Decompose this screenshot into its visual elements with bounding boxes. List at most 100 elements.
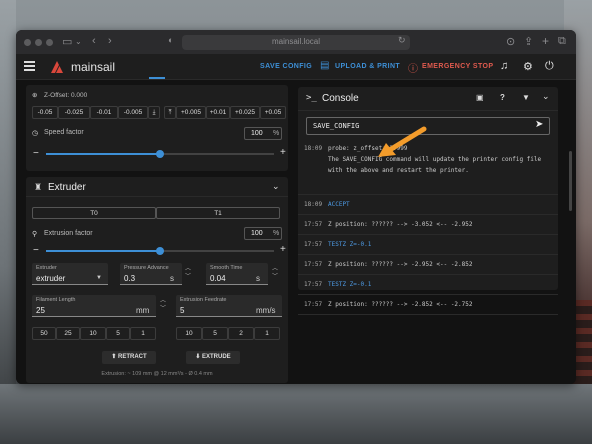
length-preset-button[interactable]: 50 — [32, 327, 56, 340]
feedrate-preset-button[interactable]: 1 — [254, 327, 280, 340]
console-timestamp: 17:57 — [304, 261, 323, 268]
smooth-time-input[interactable]: Smooth Time 0.04 s — [206, 263, 268, 285]
console-timestamp: 17:57 — [304, 241, 323, 248]
dropdown-arrow-icon: ▼ — [96, 275, 102, 281]
speed-decrease-icon[interactable]: − — [33, 148, 39, 159]
console-entry: 17:57 Z position: ?????? --> -3.052 <-- -… — [298, 215, 558, 235]
smooth-time-stepper-icon[interactable]: ︿ ﹀ — [272, 265, 278, 281]
close-dot[interactable] — [24, 39, 31, 46]
tool-t0-button[interactable]: T0 — [32, 207, 156, 219]
toolhead-card: ⊕ Z-Offset: 0.000 -0.05 -0.025 -0.01 -0.… — [26, 85, 288, 171]
console-command[interactable]: TESTZ Z=-0.1 — [328, 241, 371, 248]
menu-icon[interactable] — [24, 61, 35, 71]
chevron-down-icon[interactable]: ⌄ — [542, 91, 550, 102]
zoffset-up-icon[interactable]: ⤒ — [164, 106, 176, 119]
feedrate-preset-button[interactable]: 2 — [228, 327, 254, 340]
filament-length-input[interactable]: Filament Length 25 mm — [32, 295, 156, 317]
emergency-stop-button[interactable]: EMERGENCY STOP — [422, 63, 493, 70]
sidebar-icon[interactable]: ▭ — [62, 35, 72, 48]
console-message: The SAVE_CONFIG command will update the … — [328, 156, 542, 163]
extrusion-feedrate-value: 5 — [180, 306, 185, 315]
feedrate-preset-button[interactable]: 10 — [176, 327, 202, 340]
console-command[interactable]: TESTZ Z=-0.1 — [328, 281, 371, 288]
extruder-select-value: extruder — [36, 274, 66, 283]
tabs-overview-icon[interactable]: ⧉ — [558, 35, 566, 48]
console-message: Z position: ?????? --> -2.952 <-- -2.852 — [328, 261, 473, 268]
console-entry: 17:57 TESTZ Z=-0.1 — [298, 235, 558, 255]
filament-length-stepper-icon[interactable]: ︿ ﹀ — [160, 297, 166, 313]
speed-unit: % — [273, 130, 280, 137]
send-icon[interactable]: ➤ — [535, 119, 543, 130]
trash-icon[interactable]: ▣ — [476, 93, 484, 102]
minimize-dot[interactable] — [35, 39, 42, 46]
console-log: 18:09 probe: z_offset: 2.999 The SAVE_CONF… — [298, 139, 558, 315]
zoffset-up-button[interactable]: +0.005 — [176, 106, 206, 119]
extrusion-feedrate-label: Extrusion Feedrate — [180, 297, 227, 303]
app-bar: mainsail SAVE CONFIG ▤ UPLOAD & PRINT ⓘ … — [16, 54, 576, 80]
zoom-dot[interactable] — [46, 39, 53, 46]
speed-slider[interactable] — [46, 150, 274, 158]
pressure-advance-input[interactable]: Pressure Advance 0.3 s — [120, 263, 182, 285]
speed-input[interactable]: 100 % — [244, 127, 282, 140]
settings-icon[interactable]: ⚙ — [523, 60, 533, 73]
console-entry: 17:57 TESTZ Z=-0.1 — [298, 275, 558, 295]
filament-length-unit: mm — [136, 306, 150, 315]
console-input[interactable]: SAVE_CONFIG ➤ — [306, 117, 550, 135]
tool-t1-button[interactable]: T1 — [156, 207, 280, 219]
extrusion-factor-value: 100 — [251, 230, 263, 237]
extrusion-decrease-icon[interactable]: − — [33, 245, 39, 256]
length-preset-button[interactable]: 5 — [106, 327, 130, 340]
extrusion-increase-icon[interactable]: + — [280, 244, 286, 255]
zoffset-down-button[interactable]: -0.025 — [58, 106, 90, 119]
extruder-select-label: Extruder — [36, 265, 57, 271]
zoffset-down-button[interactable]: -0.01 — [90, 106, 118, 119]
extrusion-feedrate-input[interactable]: Extrusion Feedrate 5 mm/s — [176, 295, 282, 317]
extruder-select[interactable]: Extruder extruder ▼ — [32, 263, 108, 285]
arrow-down-icon: ⬇ — [195, 354, 203, 360]
help-icon[interactable]: ? — [500, 93, 505, 102]
console-timestamp: 18:09 — [304, 145, 323, 152]
new-tab-icon[interactable]: + — [542, 34, 549, 48]
console-command[interactable]: ACCEPT — [328, 201, 350, 208]
upload-print-button[interactable]: UPLOAD & PRINT — [335, 63, 400, 70]
retract-button[interactable]: ⬆ RETRACT — [102, 351, 156, 364]
console-entry: 18:09 ACCEPT — [298, 195, 558, 215]
extrusion-factor-slider[interactable] — [46, 247, 274, 255]
extrusion-info: Extrusion: ~ 109 mm @ 12 mm³/s - Ø 0.4 m… — [101, 371, 213, 377]
pressure-advance-stepper-icon[interactable]: ︿ ﹀ — [185, 265, 191, 281]
chevron-down-icon[interactable]: ⌄ — [75, 37, 82, 46]
chevron-down-icon[interactable]: ⌄ — [272, 181, 280, 192]
zoffset-down-button[interactable]: -0.005 — [118, 106, 148, 119]
scrollbar[interactable] — [569, 151, 572, 211]
length-preset-button[interactable]: 10 — [80, 327, 106, 340]
console-entry: 17:57 Z position: ?????? --> -2.952 <-- -… — [298, 255, 558, 275]
filament-length-value: 25 — [36, 306, 45, 315]
feedrate-preset-button[interactable]: 5 — [202, 327, 228, 340]
address-bar[interactable]: mainsail.local — [182, 35, 410, 50]
zoffset-up-button[interactable]: +0.01 — [206, 106, 230, 119]
save-config-button[interactable]: SAVE CONFIG — [260, 63, 312, 70]
speed-increase-icon[interactable]: + — [280, 147, 286, 158]
pressure-advance-unit: s — [170, 274, 174, 283]
extrusion-factor-input[interactable]: 100 % — [244, 227, 282, 240]
bell-icon[interactable]: ♫ — [500, 60, 508, 72]
length-preset-button[interactable]: 1 — [130, 327, 156, 340]
extrude-button[interactable]: ⬇ EXTRUDE — [186, 351, 240, 364]
zoffset-down-button[interactable]: -0.05 — [32, 106, 58, 119]
forward-icon[interactable]: › — [108, 35, 112, 47]
retract-label: RETRACT — [118, 354, 147, 360]
back-icon[interactable]: ‹ — [92, 35, 96, 47]
download-icon[interactable]: ⊙ — [506, 35, 515, 48]
filter-icon[interactable]: ▼ — [522, 93, 530, 102]
console-message: with the above and restart the printer. — [328, 167, 469, 174]
reload-icon[interactable]: ↻ — [398, 35, 406, 46]
smooth-time-unit: s — [256, 274, 260, 283]
zoffset-up-button[interactable]: +0.025 — [230, 106, 260, 119]
zoffset-down-icon[interactable]: ⤓ — [148, 106, 160, 119]
zoffset-up-button[interactable]: +0.05 — [260, 106, 286, 119]
share-icon[interactable]: ⇪ — [524, 35, 533, 48]
length-preset-button[interactable]: 25 — [56, 327, 80, 340]
console-message: Z position: ?????? --> -3.052 <-- -2.952 — [328, 221, 473, 228]
nav-indicator — [149, 77, 165, 79]
power-icon[interactable]: ⏻ — [545, 60, 554, 73]
